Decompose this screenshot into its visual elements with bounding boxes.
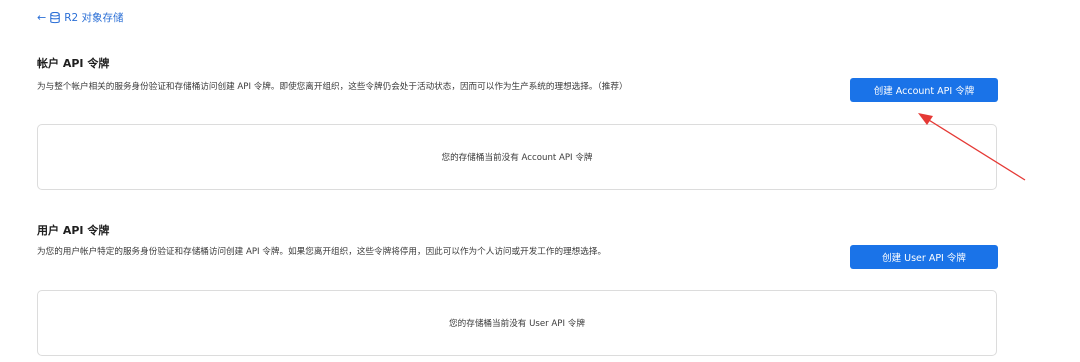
back-arrow-icon[interactable]: ← (37, 10, 46, 26)
back-link[interactable]: ← R2 对象存储 (37, 10, 124, 26)
user-token-description: 为您的用户帐户特定的服务身份验证和存储桶访问创建 API 令牌。如果您离开组织，… (37, 247, 607, 257)
user-token-empty-state: 您的存储桶当前没有 User API 令牌 (37, 290, 997, 356)
account-token-empty-message: 您的存储桶当前没有 Account API 令牌 (441, 153, 593, 163)
user-token-title: 用户 API 令牌 (37, 224, 110, 237)
database-icon (50, 12, 60, 24)
account-token-empty-state: 您的存储桶当前没有 Account API 令牌 (37, 124, 997, 190)
create-account-token-button[interactable]: 创建 Account API 令牌 (850, 78, 998, 102)
account-token-description: 为与整个帐户相关的服务身份验证和存储桶访问创建 API 令牌。即使您离开组织，这… (37, 82, 628, 92)
create-user-token-button[interactable]: 创建 User API 令牌 (850, 245, 998, 269)
user-token-empty-message: 您的存储桶当前没有 User API 令牌 (449, 319, 585, 329)
account-token-title: 帐户 API 令牌 (37, 57, 110, 70)
back-link-label[interactable]: R2 对象存储 (64, 10, 123, 26)
